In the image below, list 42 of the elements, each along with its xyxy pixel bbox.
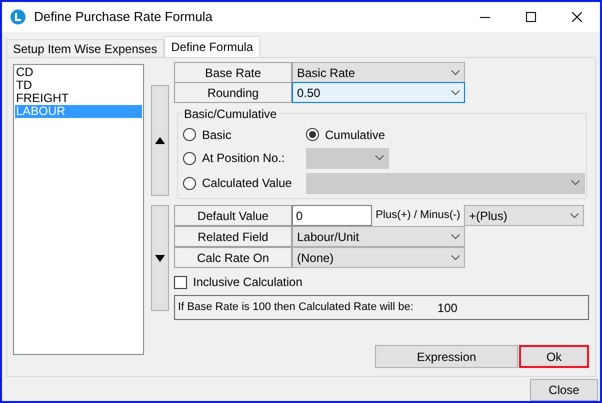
inclusive-checkbox[interactable]: Inclusive Calculation	[174, 273, 591, 291]
dropdown[interactable]: +(Plus)	[464, 205, 584, 226]
move-down-button[interactable]	[151, 205, 169, 311]
window-title: Define Purchase Rate Formula	[34, 8, 212, 26]
dropdown[interactable]: Basic Rate	[292, 62, 465, 83]
app-logo-icon	[10, 9, 26, 25]
field-label: Rounding	[174, 82, 292, 103]
tab[interactable]: Define Formula	[164, 36, 260, 57]
action-button[interactable]: Ok	[519, 345, 589, 368]
triangle-up-icon	[155, 137, 165, 144]
list-item[interactable]: FREIGHT	[15, 92, 142, 105]
radio-option[interactable]: Cumulative	[306, 126, 386, 144]
dropdown[interactable]: 0.50	[292, 82, 465, 103]
radio-option[interactable]: Basic	[183, 126, 306, 144]
chevron-down-icon	[451, 254, 460, 260]
chevron-down-icon	[451, 234, 460, 240]
chevron-down-icon	[571, 180, 580, 186]
triangle-down-icon	[155, 254, 165, 262]
field-label: Default Value	[174, 205, 292, 226]
list-item[interactable]: TD	[15, 79, 142, 92]
radio-option[interactable]: Calculated Value	[183, 174, 306, 192]
field-label: Calc Rate On	[174, 247, 292, 268]
field-label: Plus(+) / Minus(-)	[374, 208, 462, 224]
result-value: 100	[437, 300, 458, 316]
dropdown[interactable]: (None)	[292, 247, 465, 268]
maximize-icon	[526, 12, 536, 22]
footer-close-button[interactable]: Close	[530, 379, 598, 401]
chevron-down-icon	[451, 70, 460, 76]
move-up-button[interactable]	[151, 85, 169, 196]
chevron-down-icon	[570, 212, 579, 218]
list-item[interactable]: CD	[15, 66, 142, 79]
tab[interactable]: Setup Item Wise Expenses	[6, 39, 164, 57]
field-label: Related Field	[174, 226, 292, 247]
chevron-down-icon	[375, 155, 384, 161]
radio-option[interactable]: At Position No.:	[183, 149, 306, 167]
result-text: If Base Rate is 100 then Calculated Rate will be:	[178, 300, 414, 316]
field-label: Base Rate	[174, 62, 292, 83]
close-icon	[572, 12, 582, 22]
action-button[interactable]: Expression	[375, 345, 518, 368]
dropdown[interactable]: Labour/Unit	[292, 226, 465, 247]
chevron-down-icon	[451, 90, 460, 96]
default-value-field[interactable]: 0	[292, 205, 372, 226]
